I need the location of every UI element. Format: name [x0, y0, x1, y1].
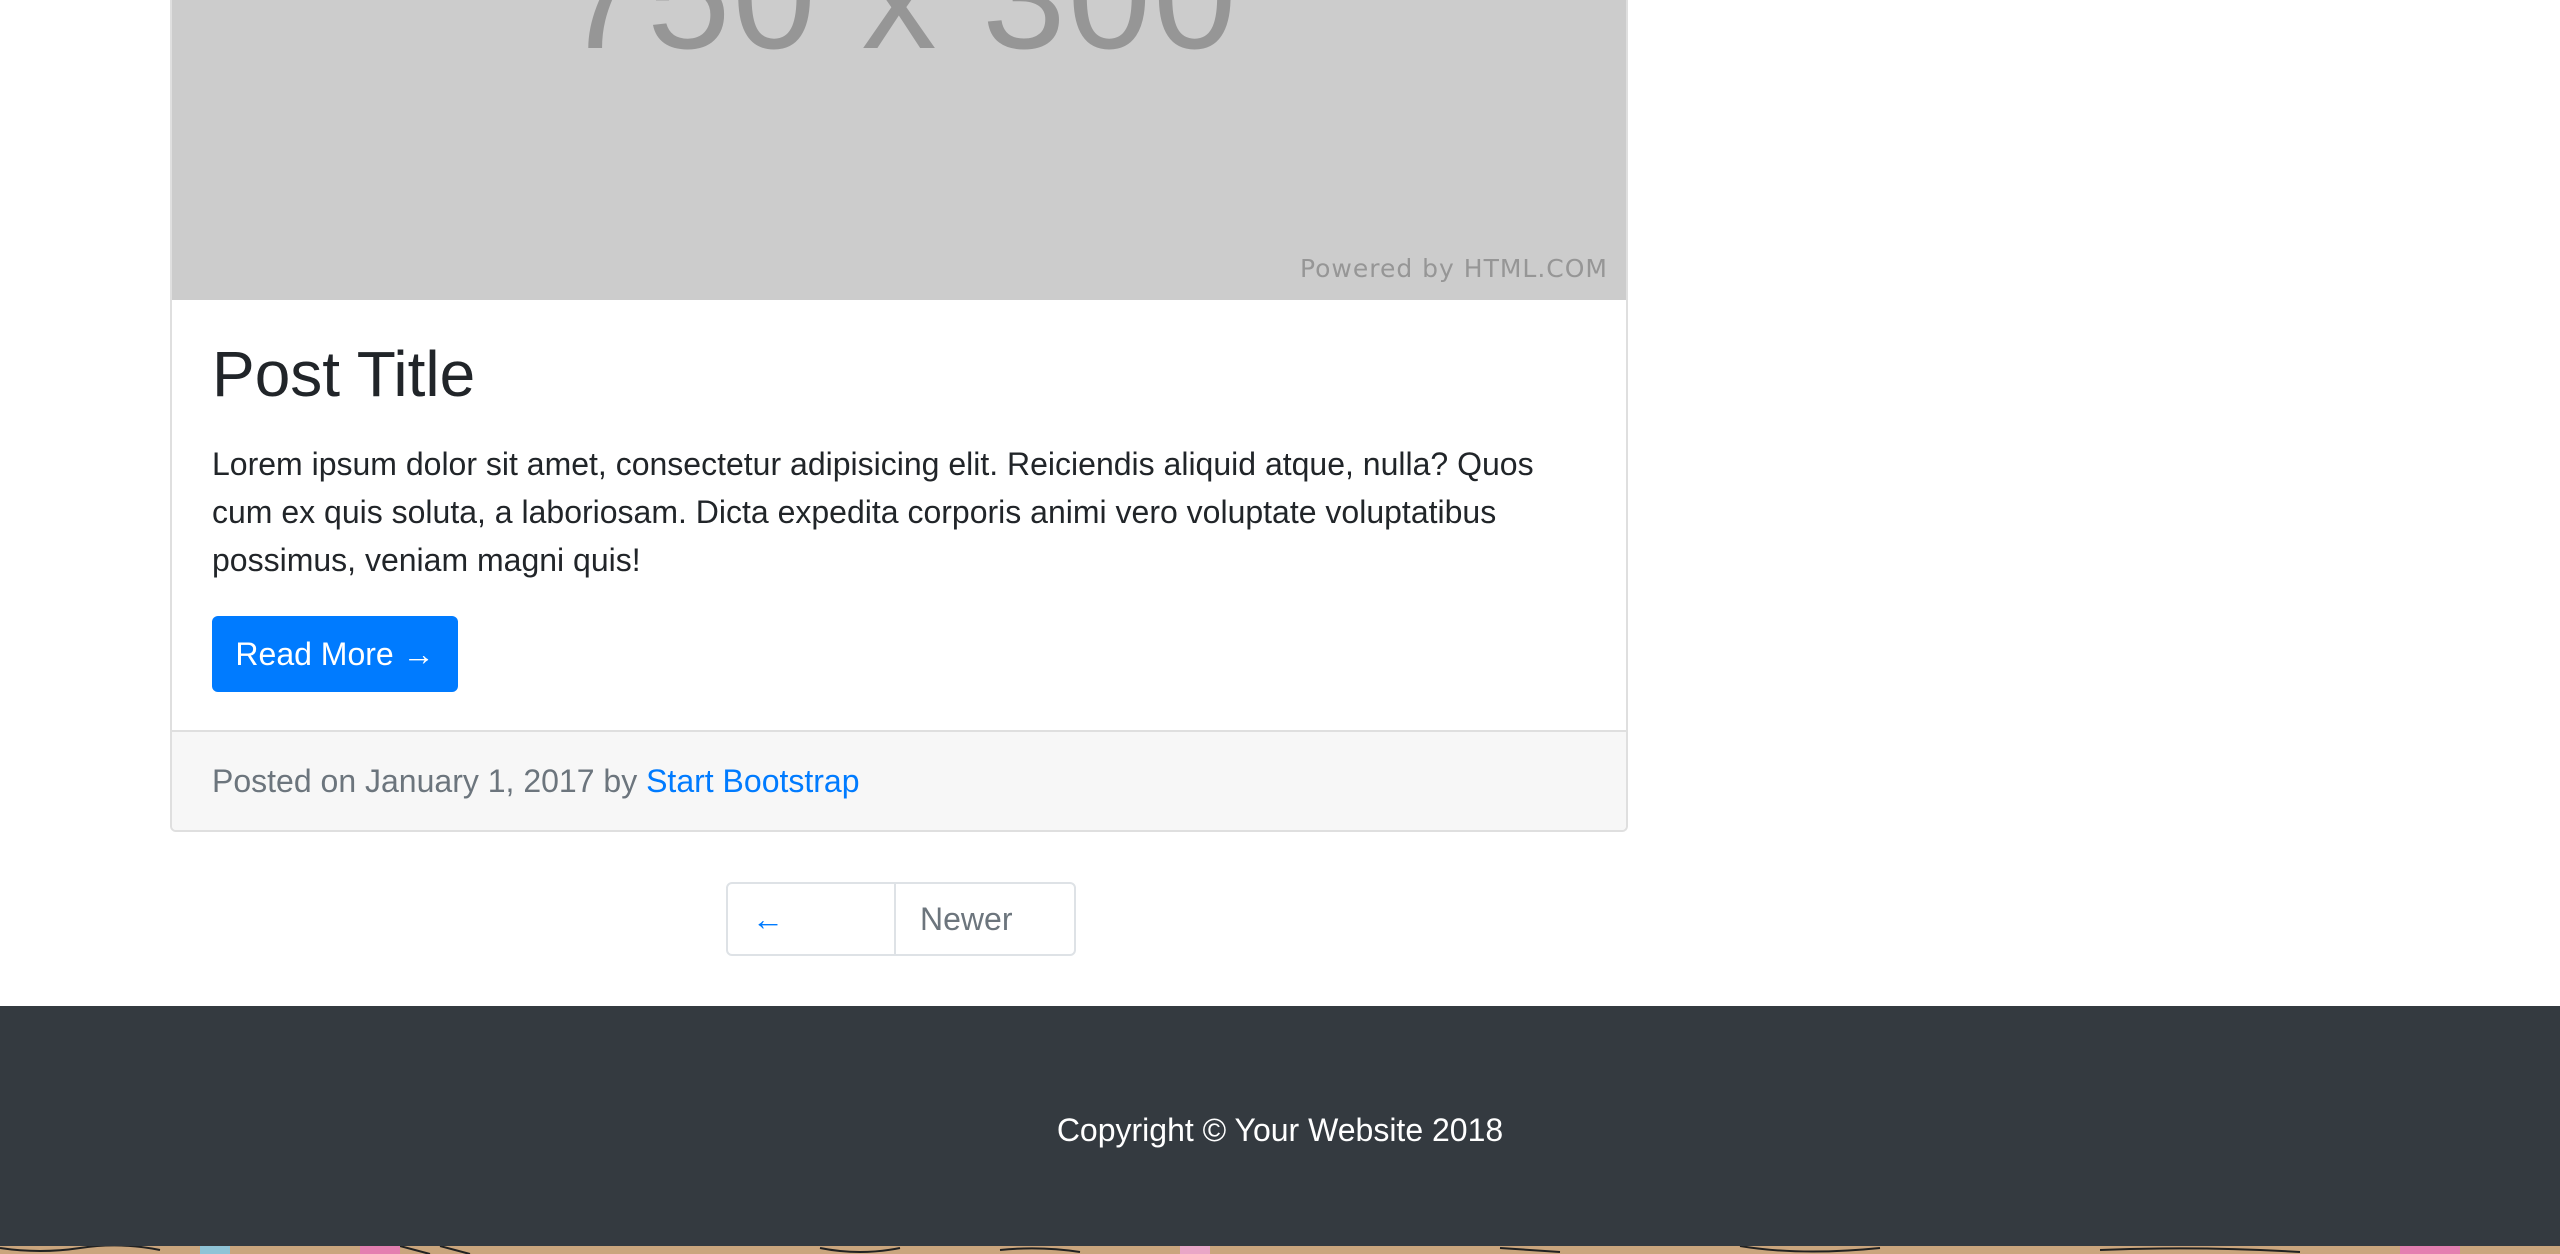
post-excerpt: Lorem ipsum dolor sit amet, consectetur … [212, 446, 1534, 578]
blog-post-card: 750 x 300 Powered by HTML.COM Post Title… [170, 0, 1628, 832]
page: 750 x 300 Powered by HTML.COM Post Title… [0, 0, 2560, 1254]
post-title: Post Title [212, 338, 476, 410]
post-meta: Posted on January 1, 2017 by Start Boots… [172, 732, 1626, 830]
older-posts-link[interactable]: ← Older [728, 884, 896, 954]
post-image-placeholder: 750 x 300 Powered by HTML.COM [172, 0, 1626, 300]
image-size-label: 750 x 300 [172, 0, 1626, 76]
pagination: ← Older Newer → [726, 882, 1076, 956]
read-more-button[interactable]: Read More → [212, 616, 458, 692]
site-footer: Copyright © Your Website 2018 [0, 1006, 2560, 1246]
background-doodle-art [0, 1246, 2460, 1254]
post-meta-text: Posted on January 1, 2017 by [212, 763, 638, 799]
copyright-text: Copyright © Your Website 2018 [1056, 1112, 1504, 1148]
post-body: Post Title Lorem ipsum dolor sit amet, c… [172, 300, 1626, 732]
author-link[interactable]: Start Bootstrap [646, 763, 859, 799]
image-credit: Powered by HTML.COM [1299, 254, 1608, 283]
newer-posts-link[interactable]: Newer → [896, 884, 1074, 954]
background-pattern [0, 1246, 2560, 1254]
